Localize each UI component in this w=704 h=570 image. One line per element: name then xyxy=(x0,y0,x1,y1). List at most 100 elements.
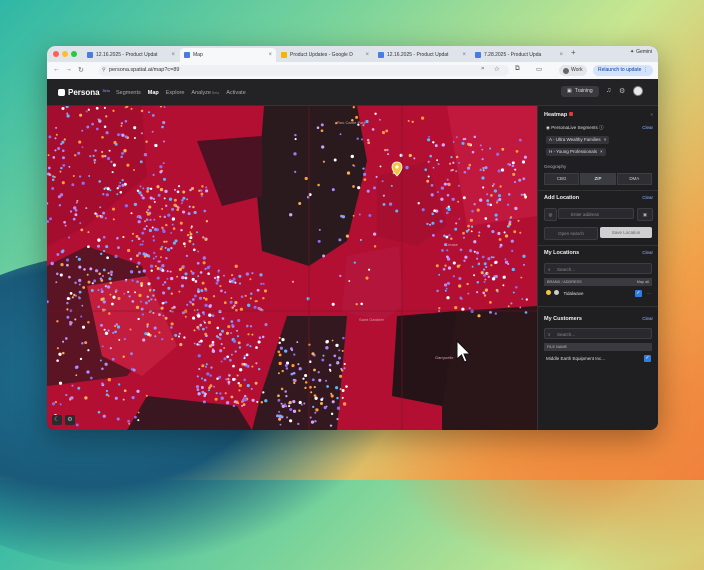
browser-tab[interactable]: Product Updates - Google D × xyxy=(277,48,373,62)
settings-gear-icon[interactable]: ⚙ xyxy=(619,87,625,95)
location-dot xyxy=(57,195,61,199)
remove-chip-icon[interactable]: × xyxy=(600,148,603,156)
nav-map[interactable]: Map xyxy=(148,90,159,96)
location-dot xyxy=(62,340,65,343)
location-row[interactable]: Tidalwave ✓ ⋯ xyxy=(544,289,652,299)
location-dot xyxy=(89,376,93,380)
extensions-icon[interactable]: ⧉ xyxy=(515,65,520,73)
upload-icon[interactable]: ▣ xyxy=(637,208,653,221)
save-location-button[interactable]: Save Location xyxy=(600,227,652,238)
location-dot xyxy=(219,392,222,395)
back-icon[interactable]: ← xyxy=(53,66,60,73)
location-dot xyxy=(78,140,82,144)
minimize-window-button[interactable] xyxy=(62,51,68,57)
close-panel-icon[interactable]: × xyxy=(650,112,653,117)
address-bar[interactable]: ⚲ persona.spatial.ai/map?c=89 xyxy=(99,65,509,76)
remove-chip-icon[interactable]: × xyxy=(604,136,607,144)
locations-search-input[interactable]: ⌕ Search... xyxy=(544,263,652,274)
location-dot xyxy=(458,217,461,220)
my-locations-clear-button[interactable]: Clear xyxy=(642,250,653,255)
user-avatar[interactable] xyxy=(633,86,643,96)
browser-tab[interactable]: 12.16.2025 - Product Updat × xyxy=(374,48,470,62)
location-target-icon[interactable]: ◎ xyxy=(544,208,557,221)
sidebar-icon[interactable]: ▭ xyxy=(536,65,542,73)
location-dot xyxy=(487,275,490,278)
forward-icon[interactable]: → xyxy=(65,66,72,73)
gemini-button[interactable]: ✦ Gemini xyxy=(630,49,652,55)
location-dot xyxy=(159,247,163,251)
relaunch-button[interactable]: Relaunch to update ⋮ xyxy=(593,65,653,76)
nav-segments[interactable]: Segments xyxy=(116,90,141,96)
location-dot xyxy=(182,242,186,246)
relaunch-label: Relaunch to update xyxy=(598,67,642,73)
location-dot xyxy=(509,216,512,220)
location-dot xyxy=(164,316,168,320)
zoom-icon[interactable]: ⌕ xyxy=(481,65,485,73)
browser-tab[interactable]: 12.16.2025 - Product Updat × xyxy=(83,48,179,62)
more-menu-icon[interactable]: ⋮ xyxy=(643,67,648,73)
close-window-button[interactable] xyxy=(53,51,59,57)
close-tab-icon[interactable]: × xyxy=(171,52,175,58)
location-dot xyxy=(94,212,97,215)
heatmap-clear-button[interactable]: Clear xyxy=(642,125,653,130)
bookmark-star-icon[interactable]: ☆ xyxy=(494,65,500,73)
row-more-icon[interactable]: ⋯ xyxy=(647,289,652,299)
location-dot xyxy=(48,135,52,139)
browser-tab-active[interactable]: Map × xyxy=(180,48,276,62)
my-customers-clear-button[interactable]: Clear xyxy=(642,316,653,321)
heatmap-map[interactable]: Reo Carrie Park Saint Gardner Crease Gar… xyxy=(47,106,537,430)
geography-option-cbg[interactable]: CBG xyxy=(544,173,580,185)
site-info-icon[interactable]: ⚲ xyxy=(102,65,106,76)
location-dot xyxy=(206,372,210,376)
location-dot xyxy=(304,176,308,181)
close-tab-icon[interactable]: × xyxy=(559,52,563,58)
notifications-bell-icon[interactable]: ♫ xyxy=(606,87,611,94)
location-dot xyxy=(100,288,103,291)
close-tab-icon[interactable]: × xyxy=(268,52,272,58)
close-tab-icon[interactable]: × xyxy=(365,52,369,58)
customer-row[interactable]: Middle Earth Equipment Inc... ✓ xyxy=(544,354,652,364)
customer-checkbox[interactable]: ✓ xyxy=(644,355,651,362)
dark-mode-moon-icon[interactable]: ☾ xyxy=(52,415,62,425)
open-search-button[interactable]: Open search xyxy=(544,227,598,240)
add-location-clear-button[interactable]: Clear xyxy=(642,195,653,200)
location-dot xyxy=(201,390,205,394)
location-dot xyxy=(246,343,250,346)
location-dot xyxy=(229,278,232,282)
geography-option-dma[interactable]: DMA xyxy=(616,173,652,185)
location-dot xyxy=(60,262,64,267)
new-tab-button[interactable]: + xyxy=(571,48,576,57)
close-tab-icon[interactable]: × xyxy=(462,52,466,58)
location-dot xyxy=(322,160,325,163)
profile-button[interactable]: Work xyxy=(559,65,587,76)
nav-analyze[interactable]: AnalyzeBeta xyxy=(191,90,219,96)
location-dot xyxy=(432,141,435,144)
nav-explore[interactable]: Explore xyxy=(166,90,185,96)
training-button[interactable]: ▣ Training xyxy=(561,86,599,97)
segment-chip[interactable]: H - Young Professionals × xyxy=(546,148,606,156)
map-place-label: Garryuelle xyxy=(435,355,454,360)
geography-option-zip[interactable]: ZIP xyxy=(580,173,616,185)
map-all-button[interactable]: Map all xyxy=(637,278,649,286)
maximize-window-button[interactable] xyxy=(71,51,77,57)
location-dot xyxy=(196,388,200,392)
persona-logo[interactable]: Persona Beta xyxy=(58,88,110,97)
location-dot xyxy=(165,256,168,260)
browser-tab[interactable]: 7.28.2025 - Product Upda × xyxy=(471,48,567,62)
location-dot xyxy=(206,266,210,270)
nav-activate[interactable]: Activate xyxy=(226,90,246,96)
address-input[interactable]: Enter address xyxy=(558,208,634,219)
location-dot xyxy=(59,273,63,277)
location-dot xyxy=(133,126,137,130)
reload-icon[interactable]: ↻ xyxy=(78,66,84,74)
location-checkbox[interactable]: ✓ xyxy=(635,290,642,297)
segment-chip[interactable]: A - Ultra Wealthy Families × xyxy=(546,136,610,144)
map-settings-icon[interactable]: ⚙ xyxy=(65,415,75,425)
map-canvas[interactable]: Reo Carrie Park Saint Gardner Crease Gar… xyxy=(47,106,537,430)
location-dot xyxy=(293,353,296,356)
location-dot xyxy=(333,158,337,162)
location-dot xyxy=(151,130,154,133)
customers-search-input[interactable]: ⌕ Search... xyxy=(544,328,652,339)
location-dot xyxy=(93,279,97,283)
segments-toggle[interactable]: ◉ PersonaLive Segments ⓘ xyxy=(546,125,604,131)
